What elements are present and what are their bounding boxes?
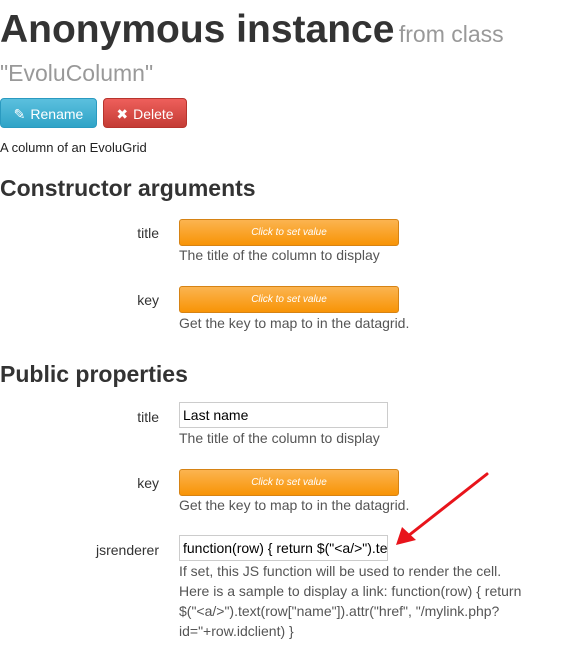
prop-title-label: title bbox=[137, 409, 159, 425]
jsrenderer-help-line: If set, this JS function will be used to… bbox=[179, 563, 502, 579]
jsrenderer-help-line: id="+row.idclient) } bbox=[179, 623, 294, 639]
ctor-title-set-button[interactable]: Click to set value bbox=[179, 219, 399, 246]
delete-label: Delete bbox=[133, 106, 174, 122]
class-name: "EvoluColumn" bbox=[0, 60, 154, 86]
pencil-icon: ✎ bbox=[13, 106, 26, 122]
ctor-key-label: key bbox=[137, 292, 159, 308]
ctor-title-help: The title of the column to display bbox=[179, 247, 380, 263]
ctor-key-set-button[interactable]: Click to set value bbox=[179, 286, 399, 313]
jsrenderer-help-line: $("<a/>").text(row["name"]).attr("href",… bbox=[179, 603, 500, 619]
properties-heading: Public properties bbox=[0, 361, 188, 387]
prop-jsrenderer-help: If set, this JS function will be used to… bbox=[179, 561, 539, 641]
delete-button[interactable]: ✖ Delete bbox=[103, 98, 187, 128]
rename-button[interactable]: ✎ Rename bbox=[0, 98, 97, 128]
page-title: Anonymous instance bbox=[0, 8, 395, 51]
rename-label: Rename bbox=[30, 106, 84, 122]
ctor-key-help: Get the key to map to in the datagrid. bbox=[179, 315, 410, 331]
prop-key-label: key bbox=[137, 475, 159, 491]
ctor-title-label: title bbox=[137, 225, 159, 241]
instance-description: A column of an EvoluGrid bbox=[0, 140, 147, 155]
constructor-heading: Constructor arguments bbox=[0, 175, 256, 201]
prop-title-help: The title of the column to display bbox=[179, 430, 380, 446]
prop-key-set-button[interactable]: Click to set value bbox=[179, 469, 399, 496]
prop-jsrenderer-label: jsrenderer bbox=[95, 542, 159, 558]
prop-title-input[interactable]: Last name bbox=[179, 402, 388, 428]
jsrenderer-help-line: Here is a sample to display a link: func… bbox=[179, 583, 522, 599]
prop-jsrenderer-input[interactable]: function(row) { return $("<a/>").text(ro… bbox=[179, 535, 388, 561]
page-header: Anonymous instance from class bbox=[0, 6, 575, 54]
from-class-label: from class bbox=[398, 21, 504, 47]
red-arrow-annotation bbox=[396, 472, 489, 545]
close-icon: ✖ bbox=[116, 106, 129, 122]
